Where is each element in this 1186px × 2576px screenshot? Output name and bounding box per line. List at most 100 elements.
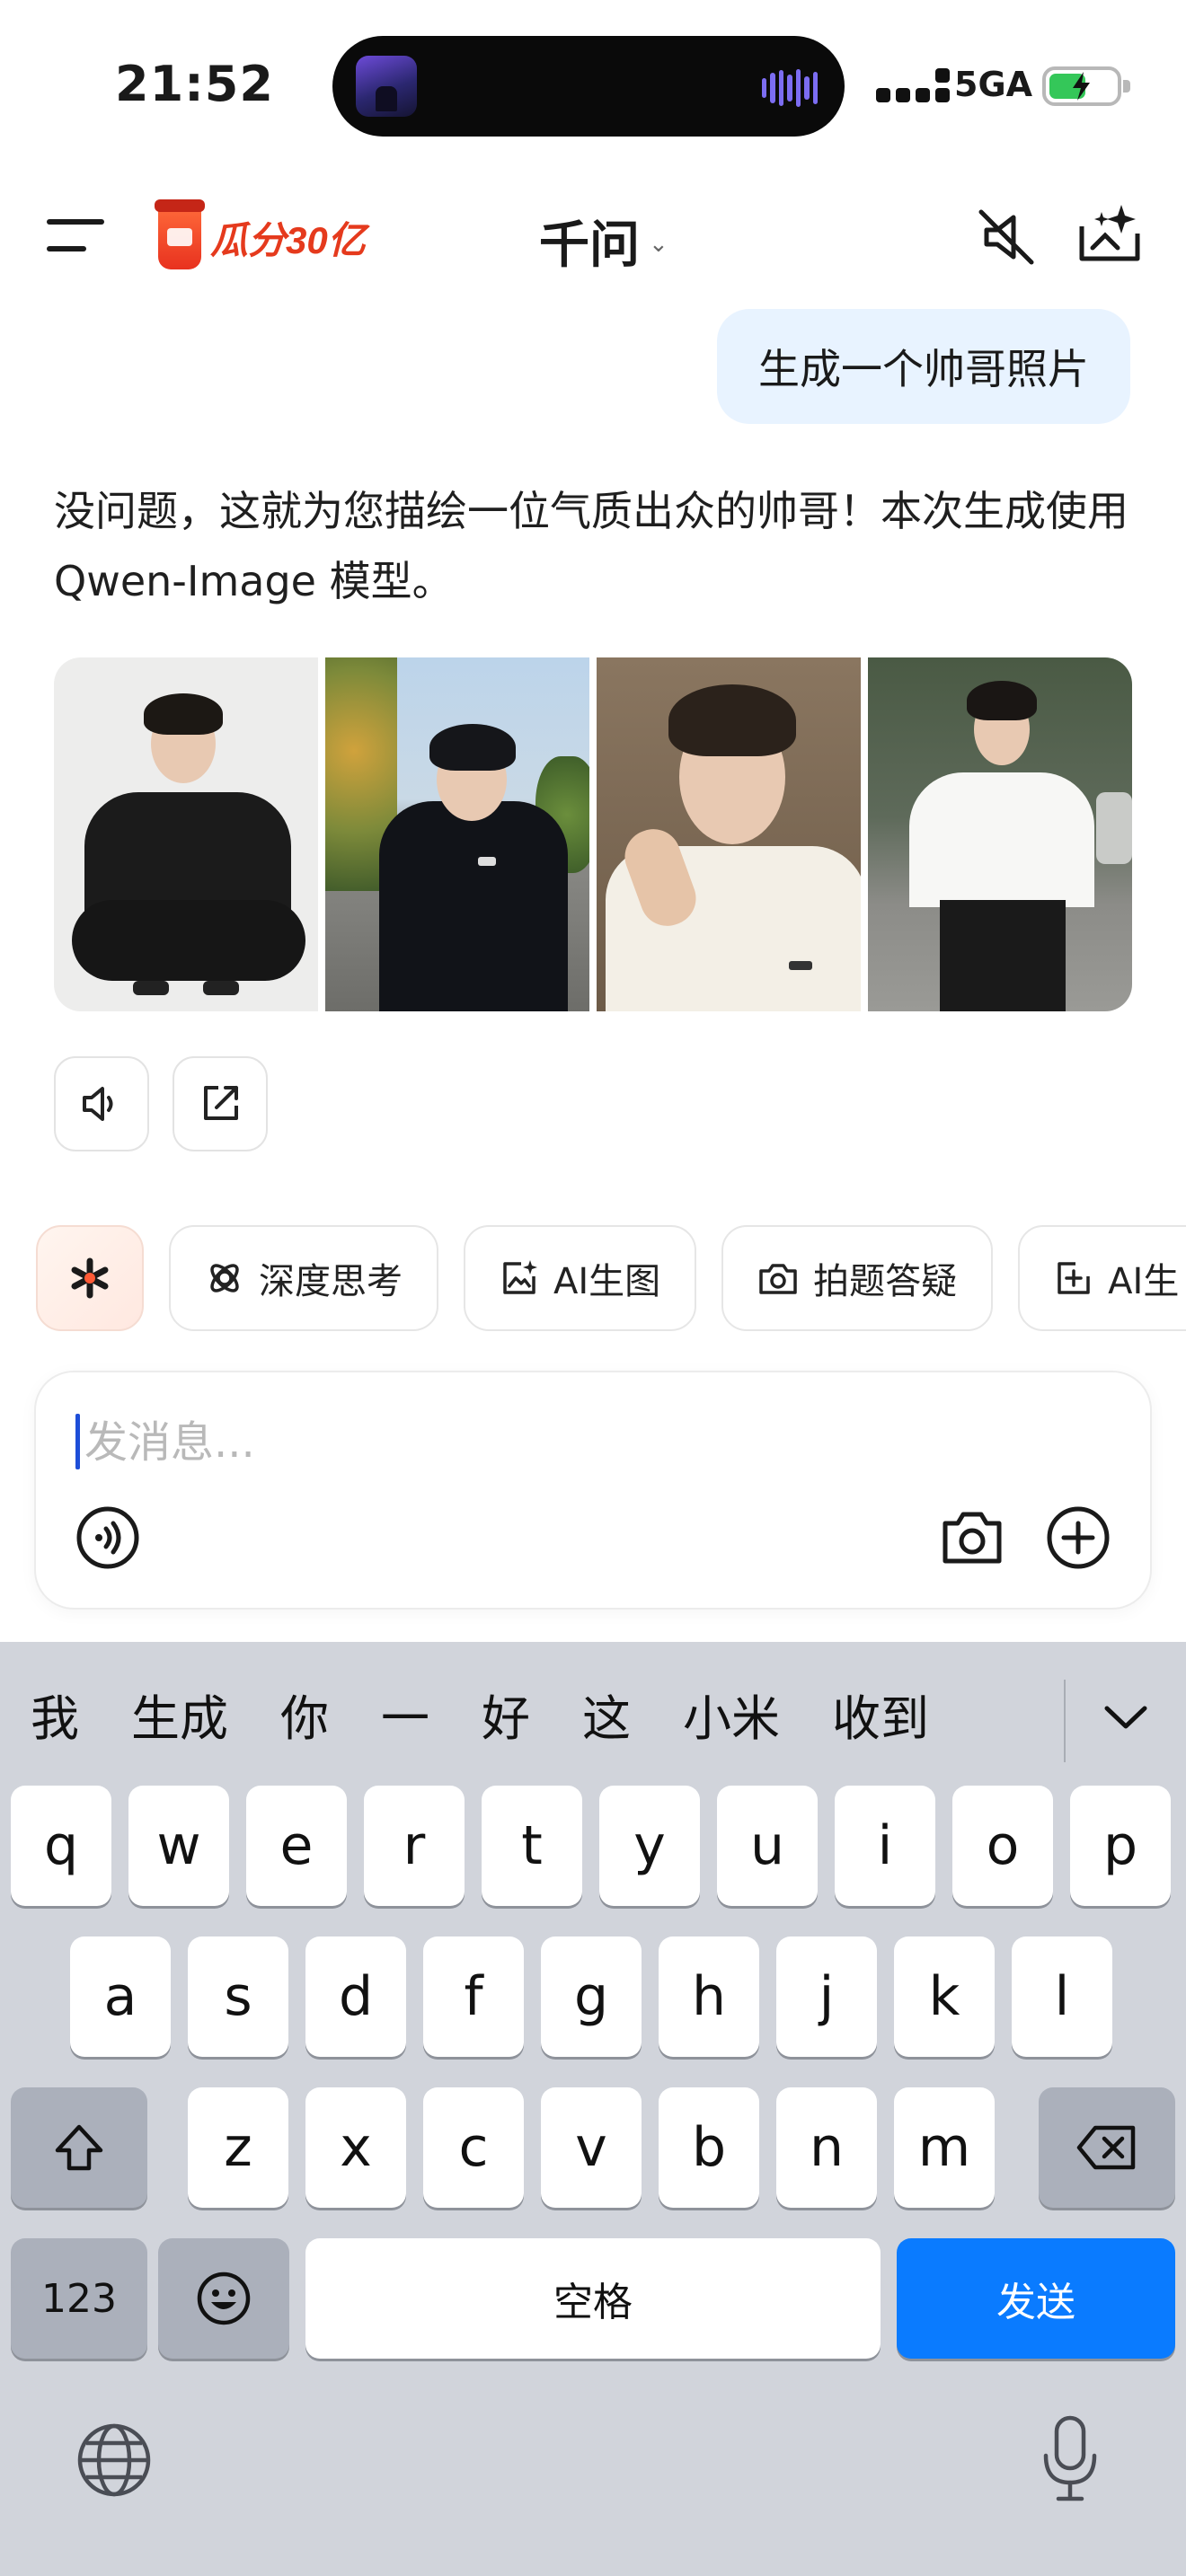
audio-wave-icon <box>762 68 818 108</box>
suggestion-item[interactable]: 小米 <box>683 1679 780 1750</box>
network-type: 5GA <box>954 65 1033 104</box>
chevron-down-icon: ⌄ <box>649 230 668 258</box>
chip-photo-question[interactable]: 拍题答疑 <box>721 1225 994 1331</box>
key-t[interactable]: t <box>482 1786 582 1906</box>
app-header: 瓜分30亿 千问 ⌄ <box>0 180 1186 296</box>
generated-image-4[interactable] <box>868 657 1132 1011</box>
suggestion-item[interactable]: 生成 <box>131 1679 228 1750</box>
chip-label: AI生图 <box>553 1261 661 1302</box>
page-title: 千问 <box>539 216 640 275</box>
now-playing-artwork <box>356 56 417 117</box>
speaker-icon <box>83 1087 113 1121</box>
assistant-reply: 没问题，这就为您描绘一位气质出众的帅哥！本次生成使用 Qwen-Image 模型… <box>54 487 1128 605</box>
suggestion-item[interactable]: 一 <box>381 1679 429 1750</box>
globe-icon[interactable] <box>75 2422 153 2499</box>
key-w[interactable]: w <box>128 1786 229 1906</box>
chip-sparkle[interactable] <box>36 1225 144 1331</box>
chevron-down-icon[interactable] <box>1098 1689 1154 1744</box>
camera-question-icon <box>759 1264 797 1294</box>
chip-ai-create[interactable]: AI生 <box>1018 1225 1186 1331</box>
image-gen-icon <box>503 1260 537 1294</box>
feature-chips: 深度思考 AI生图 拍题答疑 AI生 <box>36 1225 1186 1333</box>
key-n[interactable]: n <box>776 2087 877 2208</box>
think-icon <box>210 1264 239 1292</box>
key-x[interactable]: x <box>305 2087 406 2208</box>
key-z[interactable]: z <box>188 2087 288 2208</box>
space-key[interactable]: 空格 <box>305 2238 881 2359</box>
key-e[interactable]: e <box>246 1786 347 1906</box>
plus-icon[interactable] <box>1046 1505 1111 1570</box>
suggestion-item[interactable]: 我 <box>31 1679 79 1750</box>
battery-icon <box>1042 66 1130 106</box>
message-composer <box>34 1371 1152 1610</box>
share-icon <box>204 1086 238 1120</box>
coffee-cup-icon <box>155 199 205 269</box>
cellular-signal-icon <box>876 68 950 102</box>
dynamic-island[interactable] <box>332 36 845 137</box>
key-o[interactable]: o <box>952 1786 1053 1906</box>
shift-icon <box>55 2124 103 2171</box>
microphone-icon[interactable] <box>1040 2414 1100 2504</box>
key-r[interactable]: r <box>364 1786 465 1906</box>
promo-banner[interactable]: 瓜分30亿 <box>155 199 366 273</box>
key-y[interactable]: y <box>599 1786 700 1906</box>
key-p[interactable]: p <box>1070 1786 1171 1906</box>
backspace-icon <box>1076 2125 1136 2170</box>
text-caret <box>75 1414 80 1469</box>
chip-label: 深度思考 <box>259 1261 403 1302</box>
generated-image-1[interactable] <box>54 657 318 1011</box>
message-input[interactable] <box>84 1407 893 1478</box>
new-chat-icon[interactable] <box>1075 199 1145 269</box>
send-key[interactable]: 发送 <box>897 2238 1175 2359</box>
divider <box>1064 1680 1066 1762</box>
key-m[interactable]: m <box>894 2087 995 2208</box>
backspace-key[interactable] <box>1039 2087 1175 2208</box>
share-button[interactable] <box>173 1056 268 1151</box>
chip-deep-thinking[interactable]: 深度思考 <box>169 1225 438 1331</box>
key-j[interactable]: j <box>776 1936 877 2057</box>
menu-icon[interactable] <box>47 219 104 259</box>
suggestion-item[interactable]: 你 <box>280 1679 329 1750</box>
read-aloud-button[interactable] <box>54 1056 149 1151</box>
key-d[interactable]: d <box>305 1936 406 2057</box>
message-actions <box>54 1056 268 1151</box>
user-message-bubble[interactable]: 生成一个帅哥照片 <box>717 309 1130 424</box>
suggestion-bar: 我 生成 你 一 好 这 小米 收到 <box>0 1642 1186 1786</box>
key-f[interactable]: f <box>423 1936 524 2057</box>
generated-images <box>54 657 1132 1011</box>
suggestion-item[interactable]: 好 <box>482 1679 530 1750</box>
chip-label: AI生 <box>1108 1261 1180 1302</box>
promo-label: 瓜分30亿 <box>210 218 366 261</box>
key-c[interactable]: c <box>423 2087 524 2208</box>
chip-ai-image[interactable]: AI生图 <box>464 1225 697 1331</box>
emoji-icon <box>197 2272 251 2325</box>
key-g[interactable]: g <box>541 1936 642 2057</box>
generated-image-2[interactable] <box>325 657 589 1011</box>
generated-image-3[interactable] <box>597 657 861 1011</box>
shift-key[interactable] <box>11 2087 147 2208</box>
key-v[interactable]: v <box>541 2087 642 2208</box>
key-s[interactable]: s <box>188 1936 288 2057</box>
key-k[interactable]: k <box>894 1936 995 2057</box>
keyboard: 我 生成 你 一 好 这 小米 收到 q w e r t y u i o p a… <box>0 1642 1186 2576</box>
speaker-mute-icon[interactable] <box>974 205 1039 269</box>
voice-input-icon[interactable] <box>75 1505 140 1570</box>
chip-label: 拍题答疑 <box>813 1261 958 1302</box>
camera-icon[interactable] <box>940 1507 1005 1568</box>
key-b[interactable]: b <box>659 2087 759 2208</box>
status-bar: 21:52 5GA <box>0 0 1186 171</box>
suggestion-item[interactable]: 收到 <box>832 1679 929 1750</box>
status-time: 21:52 <box>115 56 274 112</box>
suggestion-item[interactable]: 这 <box>582 1679 631 1750</box>
key-h[interactable]: h <box>659 1936 759 2057</box>
emoji-key[interactable] <box>158 2238 289 2359</box>
key-u[interactable]: u <box>717 1786 818 1906</box>
model-switcher[interactable]: 千问 ⌄ <box>539 205 668 278</box>
key-q[interactable]: q <box>11 1786 111 1906</box>
key-i[interactable]: i <box>835 1786 935 1906</box>
sparkle-icon <box>71 1257 109 1299</box>
numbers-key[interactable]: 123 <box>11 2238 147 2359</box>
key-l[interactable]: l <box>1012 1936 1112 2057</box>
ai-create-icon <box>1058 1262 1090 1294</box>
key-a[interactable]: a <box>70 1936 171 2057</box>
